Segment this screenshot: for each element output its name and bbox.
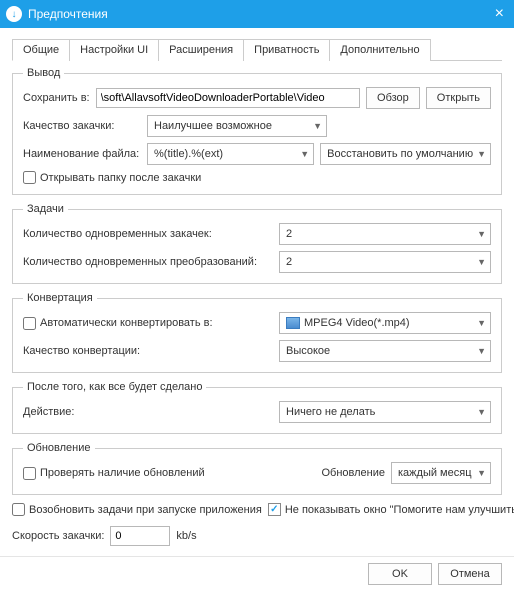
label-check-updates: Проверять наличие обновлений [40, 467, 205, 479]
cancel-button[interactable]: Отмена [438, 563, 502, 585]
group-update: Обновление Проверять наличие обновлений … [12, 442, 502, 495]
chevron-down-icon: ▼ [477, 318, 486, 328]
chevron-down-icon: ▼ [300, 149, 309, 159]
speed-input[interactable] [110, 526, 170, 546]
resume-tasks-checkbox[interactable] [12, 503, 25, 516]
window-title: Предпочтения [28, 7, 491, 21]
legend-after: После того, как все будет сделано [23, 381, 206, 393]
update-select[interactable]: каждый месяц ▼ [391, 462, 491, 484]
label-action: Действие: [23, 406, 273, 418]
tab-ui[interactable]: Настройки UI [69, 39, 159, 61]
tab-bar: Общие Настройки UI Расширения Приватност… [12, 38, 502, 61]
name-select[interactable]: %(title).%(ext) ▼ [147, 143, 314, 165]
app-icon: ↓ [6, 6, 22, 22]
sim-downloads-select[interactable]: 2 ▼ [279, 223, 491, 245]
label-sim-downloads: Количество одновременных закачек: [23, 228, 273, 240]
label-save-in: Сохранить в: [23, 92, 90, 104]
open-folder-checkbox[interactable] [23, 171, 36, 184]
footer: OK Отмена [0, 556, 514, 595]
chevron-down-icon: ▼ [477, 257, 486, 267]
label-open-folder: Открывать папку после закачки [40, 172, 201, 184]
browse-button[interactable]: Обзор [366, 87, 420, 109]
label-sim-convert: Количество одновременных преобразований: [23, 256, 273, 268]
ok-button[interactable]: OK [368, 563, 432, 585]
label-update: Обновление [321, 467, 385, 479]
label-resume-tasks: Возобновить задачи при запуске приложени… [29, 504, 262, 516]
label-name: Наименование файла: [23, 148, 141, 160]
mp4-icon [286, 317, 300, 329]
chevron-down-icon: ▼ [477, 229, 486, 239]
sim-convert-select[interactable]: 2 ▼ [279, 251, 491, 273]
titlebar: ↓ Предпочтения × [0, 0, 514, 28]
label-help-window: Не показывать окно "Помогите нам улучшит… [285, 504, 514, 516]
tab-advanced[interactable]: Дополнительно [329, 39, 430, 61]
quality-select[interactable]: Наилучшее возможное ▼ [147, 115, 327, 137]
legend-tasks: Задачи [23, 203, 68, 215]
tab-general[interactable]: Общие [12, 39, 70, 61]
restore-default-select[interactable]: Восстановить по умолчанию ▼ [320, 143, 491, 165]
legend-update: Обновление [23, 442, 95, 454]
open-button[interactable]: Открыть [426, 87, 491, 109]
convert-format-select[interactable]: MPEG4 Video(*.mp4) ▼ [279, 312, 491, 334]
legend-convert: Конвертация [23, 292, 97, 304]
group-after: После того, как все будет сделано Действ… [12, 381, 502, 434]
convert-quality-select[interactable]: Высокое ▼ [279, 340, 491, 362]
action-select[interactable]: Ничего не делать ▼ [279, 401, 491, 423]
auto-convert-checkbox[interactable] [23, 317, 36, 330]
tab-privacy[interactable]: Приватность [243, 39, 330, 61]
label-auto-convert: Автоматически конвертировать в: [40, 317, 213, 329]
label-quality: Качество закачки: [23, 120, 141, 132]
label-speed-unit: kb/s [176, 530, 196, 542]
chevron-down-icon: ▼ [477, 468, 486, 478]
group-tasks: Задачи Количество одновременных закачек:… [12, 203, 502, 284]
save-in-input[interactable] [96, 88, 360, 108]
chevron-down-icon: ▼ [477, 407, 486, 417]
help-window-checkbox[interactable]: ✓ [268, 503, 281, 516]
chevron-down-icon: ▼ [477, 346, 486, 356]
chevron-down-icon: ▼ [313, 121, 322, 131]
group-convert: Конвертация Автоматически конвертировать… [12, 292, 502, 373]
check-updates-checkbox[interactable] [23, 467, 36, 480]
tab-extensions[interactable]: Расширения [158, 39, 244, 61]
label-convert-quality: Качество конвертации: [23, 345, 273, 357]
legend-output: Вывод [23, 67, 64, 79]
close-icon[interactable]: × [491, 5, 508, 23]
label-speed: Скорость закачки: [12, 530, 104, 542]
group-output: Вывод Сохранить в: Обзор Открыть Качеств… [12, 67, 502, 195]
chevron-down-icon: ▼ [477, 149, 486, 159]
